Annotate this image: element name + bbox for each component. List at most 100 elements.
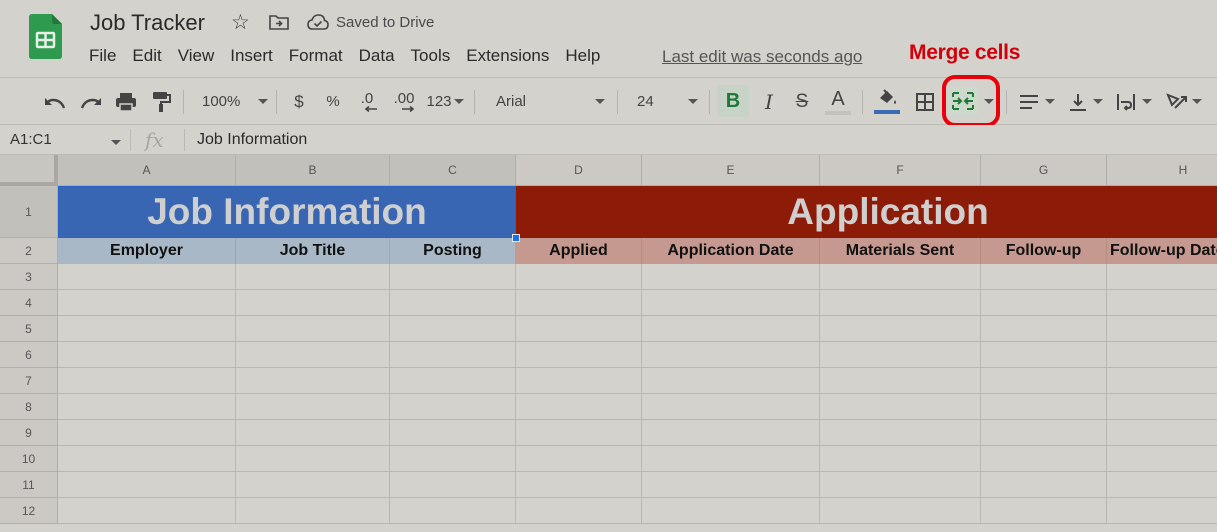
cell-d3[interactable] [516,264,642,290]
cell-c7[interactable] [390,368,516,394]
column-label-follow-up-date[interactable]: Follow-up Date [1107,238,1217,264]
merge-cells-button[interactable] [948,87,978,115]
cell-d11[interactable] [516,472,642,498]
row-header-5[interactable]: 5 [0,316,58,342]
cell-h7[interactable] [1107,368,1217,394]
cell-f8[interactable] [820,394,981,420]
column-label-applied[interactable]: Applied [516,238,642,264]
cell-b7[interactable] [236,368,390,394]
column-header-d[interactable]: D [516,155,642,186]
cell-f11[interactable] [820,472,981,498]
cell-d4[interactable] [516,290,642,316]
cell-g11[interactable] [981,472,1107,498]
cell-c8[interactable] [390,394,516,420]
bold-button[interactable]: B [717,85,749,117]
redo-button[interactable] [78,78,104,125]
cell-f12[interactable] [820,498,981,524]
row-header-4[interactable]: 4 [0,290,58,316]
cell-b12[interactable] [236,498,390,524]
cell-d6[interactable] [516,342,642,368]
cell-b9[interactable] [236,420,390,446]
increase-decimal-button[interactable]: .00 [389,78,419,125]
cell-b8[interactable] [236,394,390,420]
row-header-11[interactable]: 11 [0,472,58,498]
cell-c5[interactable] [390,316,516,342]
cell-h10[interactable] [1107,446,1217,472]
cell-f7[interactable] [820,368,981,394]
menu-file[interactable]: File [89,46,123,66]
merged-header-job-information[interactable]: Job Information [58,186,516,238]
cell-g9[interactable] [981,420,1107,446]
cell-e6[interactable] [642,342,820,368]
column-header-e[interactable]: E [642,155,820,186]
cell-a5[interactable] [58,316,236,342]
cell-f3[interactable] [820,264,981,290]
cell-c12[interactable] [390,498,516,524]
menu-view[interactable]: View [178,46,222,66]
name-box[interactable]: A1:C1 [10,131,52,148]
cell-c4[interactable] [390,290,516,316]
cell-b10[interactable] [236,446,390,472]
cell-e12[interactable] [642,498,820,524]
cell-c3[interactable] [390,264,516,290]
menu-format[interactable]: Format [289,46,350,66]
cell-g10[interactable] [981,446,1107,472]
cell-d8[interactable] [516,394,642,420]
column-header-c[interactable]: C [390,155,516,186]
column-label-materials-sent[interactable]: Materials Sent [820,238,981,264]
menu-edit[interactable]: Edit [132,46,168,66]
italic-button[interactable]: I [757,78,781,125]
cell-g7[interactable] [981,368,1107,394]
cell-f5[interactable] [820,316,981,342]
cell-e10[interactable] [642,446,820,472]
cell-g8[interactable] [981,394,1107,420]
currency-format-button[interactable]: $ [288,78,310,125]
merged-header-application[interactable]: Application [516,186,1217,238]
document-title[interactable]: Job Tracker [90,10,205,36]
last-edit-link[interactable]: Last edit was seconds ago [662,47,862,67]
cell-g6[interactable] [981,342,1107,368]
cell-h9[interactable] [1107,420,1217,446]
text-wrapping-button[interactable] [1113,78,1155,125]
cell-h4[interactable] [1107,290,1217,316]
fill-handle[interactable] [512,234,520,242]
fill-color-button[interactable] [872,78,902,125]
cell-g3[interactable] [981,264,1107,290]
chevron-down-icon[interactable] [111,140,121,145]
formula-input[interactable]: Job Information [197,131,307,149]
cell-d10[interactable] [516,446,642,472]
cell-e8[interactable] [642,394,820,420]
move-to-folder-icon[interactable] [269,14,289,30]
cell-a7[interactable] [58,368,236,394]
cell-e7[interactable] [642,368,820,394]
row-header-6[interactable]: 6 [0,342,58,368]
cell-a8[interactable] [58,394,236,420]
cell-e9[interactable] [642,420,820,446]
cell-g12[interactable] [981,498,1107,524]
cell-d12[interactable] [516,498,642,524]
cell-f9[interactable] [820,420,981,446]
cell-a9[interactable] [58,420,236,446]
cell-a12[interactable] [58,498,236,524]
cell-d5[interactable] [516,316,642,342]
paint-format-button[interactable] [148,78,174,125]
text-color-button[interactable]: A [824,78,852,125]
cell-h3[interactable] [1107,264,1217,290]
cell-f4[interactable] [820,290,981,316]
row-header-12[interactable]: 12 [0,498,58,524]
borders-button[interactable] [912,78,938,125]
strikethrough-button[interactable]: S [790,78,814,125]
star-icon[interactable]: ☆ [231,10,250,35]
cell-c10[interactable] [390,446,516,472]
menu-tools[interactable]: Tools [411,46,458,66]
menu-insert[interactable]: Insert [230,46,280,66]
cell-f6[interactable] [820,342,981,368]
print-button[interactable] [113,78,139,125]
cell-e5[interactable] [642,316,820,342]
row-header-3[interactable]: 3 [0,264,58,290]
cell-b6[interactable] [236,342,390,368]
column-header-a[interactable]: A [58,155,236,186]
vertical-align-button[interactable] [1066,78,1106,125]
menu-data[interactable]: Data [359,46,402,66]
row-header-2[interactable]: 2 [0,238,58,264]
